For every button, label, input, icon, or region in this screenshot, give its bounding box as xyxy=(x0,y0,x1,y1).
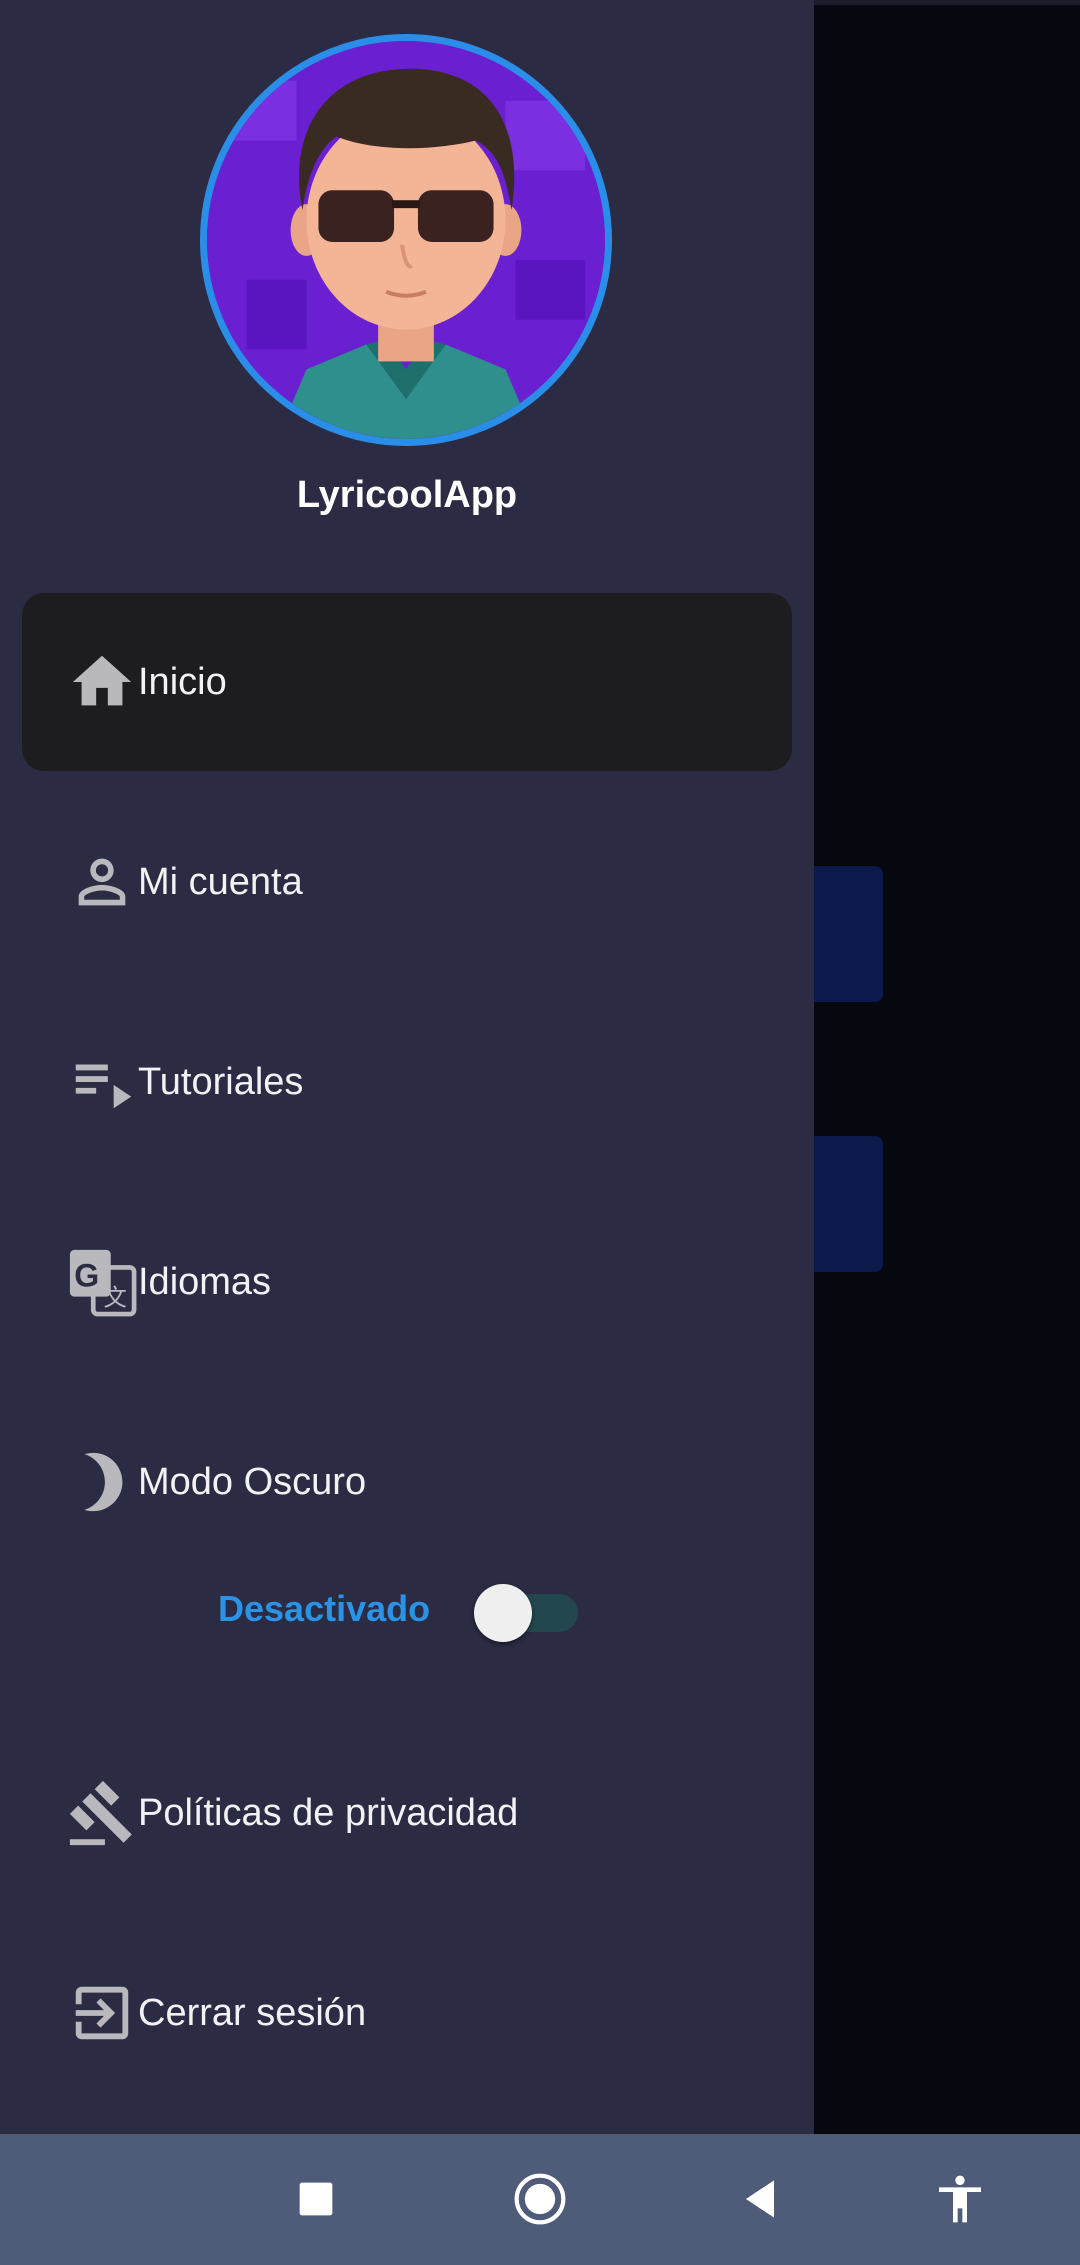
svg-text:G: G xyxy=(74,1257,99,1293)
app-name: LyricoolApp xyxy=(296,474,518,516)
menu-item-modo-oscuro[interactable]: Modo Oscuro xyxy=(22,1393,792,1571)
triangle-back-icon xyxy=(746,2180,774,2218)
avatar[interactable] xyxy=(200,34,612,446)
menu-item-inicio[interactable]: Inicio xyxy=(22,593,792,771)
svg-text:文: 文 xyxy=(103,1283,126,1311)
dark-mode-status: Desactivado xyxy=(218,1588,431,1629)
circle-icon xyxy=(514,2173,566,2225)
menu-item-mi-cuenta[interactable]: Mi cuenta xyxy=(22,793,792,971)
dark-mode-switch[interactable] xyxy=(474,1582,584,1642)
menu-item-cerrar-sesion[interactable]: Cerrar sesión xyxy=(22,1924,792,2102)
menu-item-label: Políticas de privacidad xyxy=(138,1791,519,1834)
switch-thumb xyxy=(474,1584,532,1642)
accessibility-button[interactable] xyxy=(920,2159,1000,2239)
square-icon xyxy=(299,2182,333,2216)
back-button[interactable] xyxy=(720,2159,800,2239)
menu-item-tutoriales[interactable]: Tutoriales xyxy=(22,993,792,1171)
menu-item-label: Cerrar sesión xyxy=(138,1991,367,2034)
dark-mode-toggle-row: Desactivado xyxy=(218,1570,598,1650)
recents-button[interactable] xyxy=(276,2159,356,2239)
screen: LyricoolApp Inicio Mi cuenta Tutoriales xyxy=(0,0,1080,2265)
menu-item-idiomas[interactable]: G 文 Idiomas xyxy=(22,1193,792,1371)
accessibility-icon xyxy=(939,2175,981,2223)
navigation-drawer: LyricoolApp Inicio Mi cuenta Tutoriales xyxy=(0,0,814,2134)
menu-item-label: Inicio xyxy=(138,660,227,703)
menu-item-label: Modo Oscuro xyxy=(138,1460,367,1503)
avatar-image xyxy=(207,41,605,439)
home-button[interactable] xyxy=(500,2159,580,2239)
system-navigation-bar xyxy=(0,2134,1080,2265)
menu-item-politicas[interactable]: Políticas de privacidad xyxy=(22,1724,792,1902)
menu-item-label: Idiomas xyxy=(138,1260,272,1303)
menu-item-label: Tutoriales xyxy=(138,1060,304,1103)
menu-item-label: Mi cuenta xyxy=(138,860,303,903)
